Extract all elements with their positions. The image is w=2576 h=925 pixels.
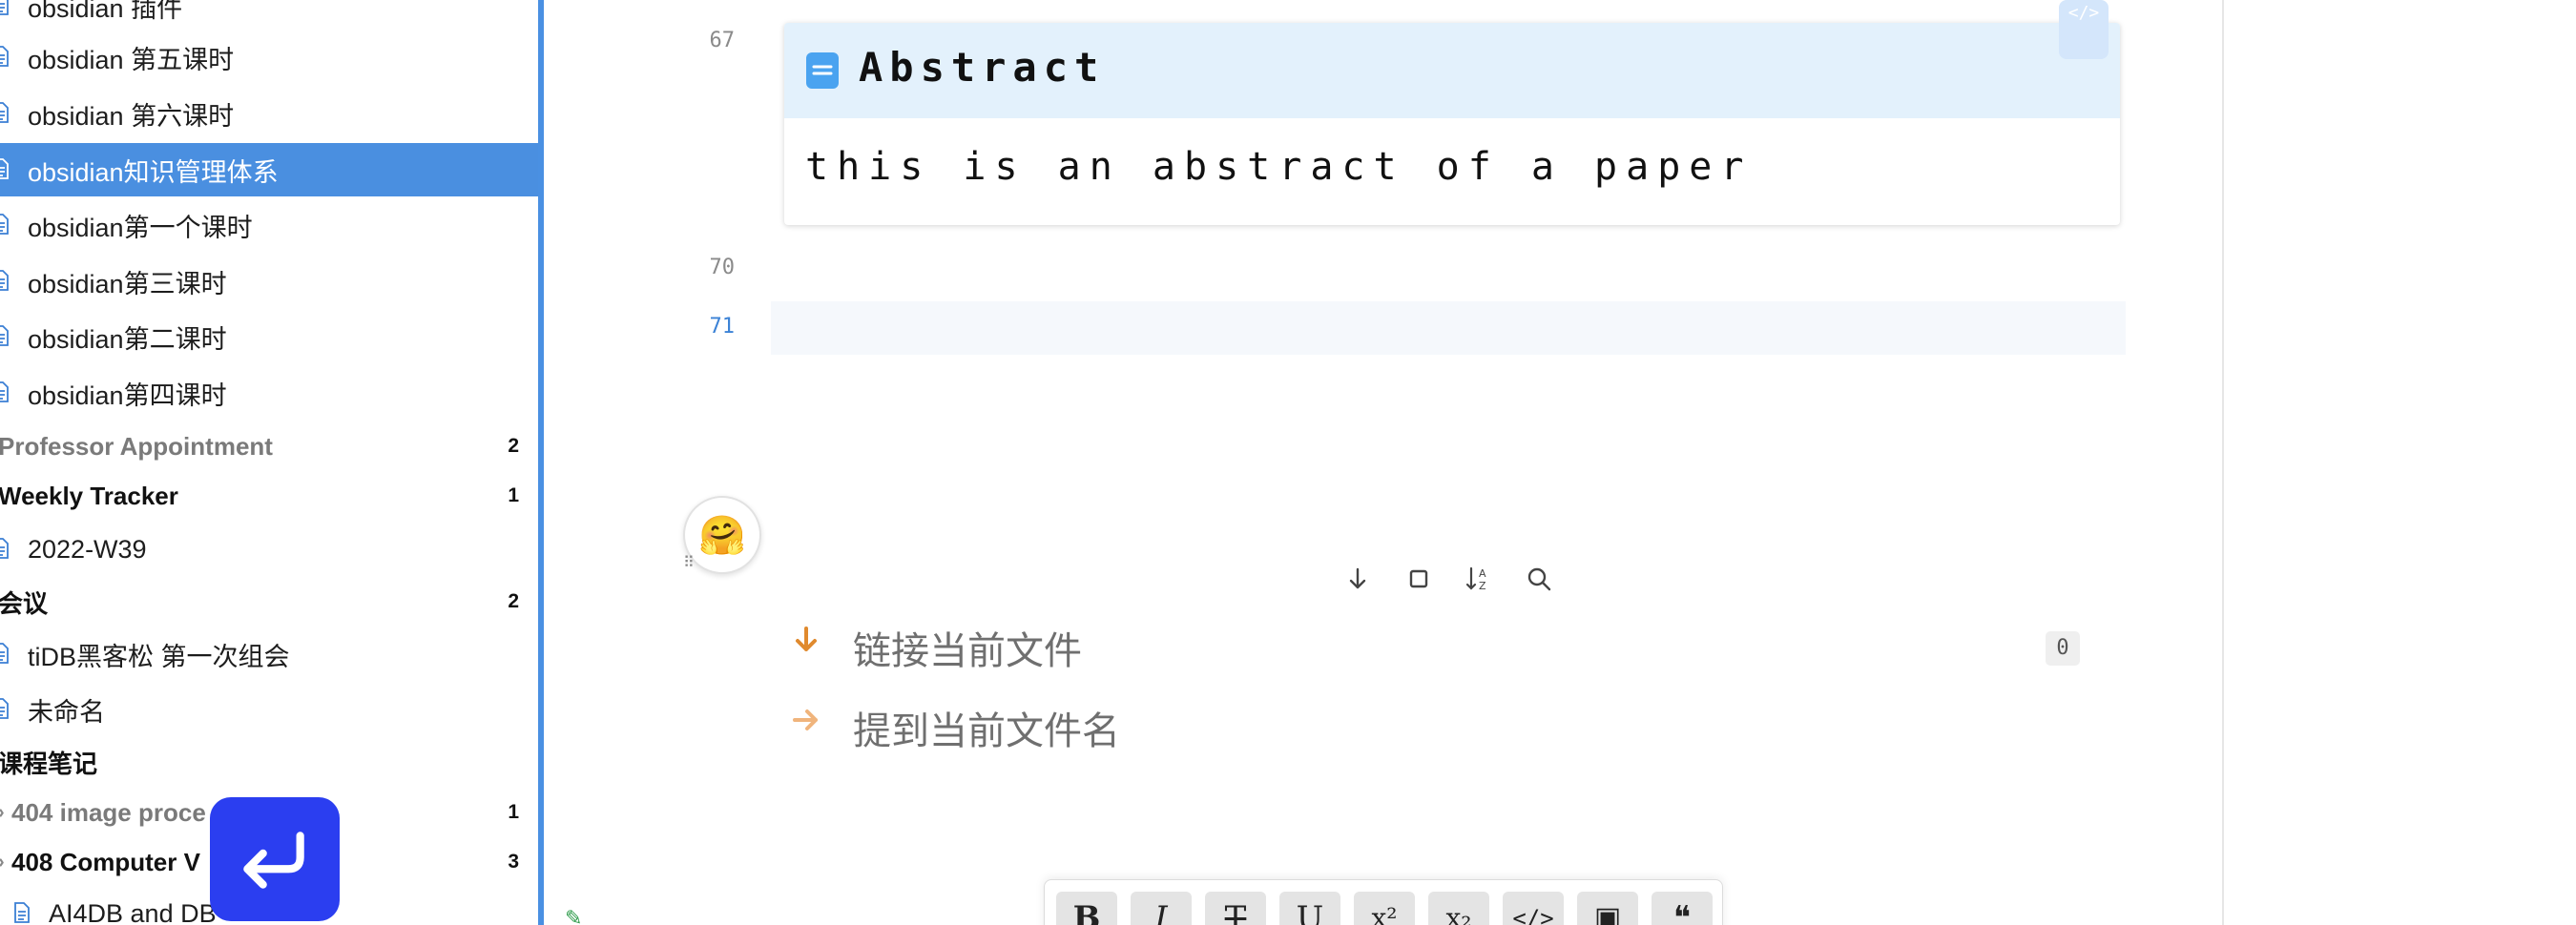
chevron-down-icon: › bbox=[0, 852, 5, 874]
callout-title: Abstract bbox=[859, 44, 1106, 91]
line-number-current: 71 bbox=[709, 315, 736, 339]
folder-label: 会议 bbox=[0, 588, 49, 618]
folder-label: Professor Appointment bbox=[0, 431, 273, 461]
return-button[interactable] bbox=[210, 797, 340, 921]
file-item-active[interactable]: obsidian知识管理体系 bbox=[0, 143, 538, 196]
document-icon bbox=[0, 538, 9, 559]
inline-code-button[interactable]: </> bbox=[1503, 892, 1564, 925]
bold-button[interactable]: B bbox=[1056, 892, 1117, 925]
folder-weekly-tracker[interactable]: Weekly Tracker 1 bbox=[0, 471, 538, 521]
file-label: obsidian 第六课时 bbox=[28, 101, 235, 131]
pencil-icon[interactable]: ✎ bbox=[565, 906, 582, 925]
document-icon bbox=[14, 902, 30, 923]
line-number: 70 bbox=[709, 256, 736, 279]
file-item[interactable]: obsidian第二课时 bbox=[0, 310, 538, 363]
file-item[interactable]: obsidian第四课时 bbox=[0, 366, 538, 420]
document-icon bbox=[0, 214, 9, 235]
subscript-button[interactable]: x₂ bbox=[1428, 892, 1489, 925]
folder-count: 2 bbox=[508, 435, 519, 457]
unlinked-mentions-header[interactable]: 提到当前文件名 bbox=[792, 694, 2089, 752]
file-item[interactable]: obsidian 第五课时 bbox=[0, 31, 538, 84]
file-label: obsidian 插件 bbox=[28, 0, 183, 23]
file-explorer-sidebar: obsidian 插件 obsidian 第五课时 obsidian 第六课时 … bbox=[0, 0, 538, 925]
file-item[interactable]: obsidian第三课时 bbox=[0, 255, 538, 308]
linked-mentions-count: 0 bbox=[2046, 631, 2080, 666]
underline-button[interactable]: U bbox=[1279, 892, 1340, 925]
file-item[interactable]: obsidian 第六课时 bbox=[0, 87, 538, 140]
folder-professor-appointment[interactable]: Professor Appointment 2 bbox=[0, 421, 538, 471]
arrow-down-icon bbox=[796, 627, 817, 651]
file-label: 未命名 bbox=[28, 697, 105, 727]
show-more-context-button[interactable] bbox=[1401, 561, 1437, 597]
document-icon bbox=[0, 0, 9, 15]
return-arrow-icon bbox=[243, 832, 304, 889]
folder-label: 408 Computer V bbox=[11, 847, 200, 876]
file-label: obsidian第四课时 bbox=[28, 380, 227, 410]
search-icon bbox=[1527, 567, 1551, 591]
file-label: tiDB黑客松 第一次组会 bbox=[28, 642, 290, 671]
file-label: 2022-W39 bbox=[28, 534, 147, 564]
file-label: obsidian第一个课时 bbox=[28, 213, 253, 242]
code-block-button[interactable]: ▣ bbox=[1577, 892, 1638, 925]
sort-az-icon: AZ bbox=[1465, 566, 1486, 592]
folder-meeting[interactable]: 会议 2 bbox=[0, 577, 538, 627]
italic-button[interactable]: I bbox=[1131, 892, 1192, 925]
document-icon bbox=[0, 102, 9, 123]
format-toolbar: B I T U x² x₂ </> ▣ ❝ bbox=[1044, 879, 1723, 925]
file-label: AI4DB and DB bbox=[49, 898, 217, 925]
document-icon bbox=[0, 698, 9, 719]
callout-body[interactable]: this is an abstract of a paper bbox=[805, 145, 1752, 189]
superscript-button[interactable]: x² bbox=[1354, 892, 1415, 925]
arrow-right-icon bbox=[793, 709, 818, 730]
document-icon bbox=[0, 325, 9, 346]
folder-count: 1 bbox=[508, 801, 519, 823]
file-item[interactable]: tiDB黑客松 第一次组会 bbox=[0, 627, 538, 681]
document-icon bbox=[0, 158, 9, 179]
unlinked-mentions-label: 提到当前文件名 bbox=[853, 710, 1120, 752]
line-number: 67 bbox=[709, 29, 736, 52]
folder-label: 404 image proce bbox=[11, 797, 206, 827]
folder-count: 1 bbox=[508, 484, 519, 506]
document-icon bbox=[0, 46, 9, 67]
svg-text:Z: Z bbox=[1479, 580, 1486, 592]
abstract-callout[interactable]: Abstract this is an abstract of a paper bbox=[784, 23, 2120, 225]
source-toggle-button[interactable]: </> bbox=[2059, 0, 2109, 59]
sort-button[interactable]: AZ bbox=[1460, 561, 1496, 597]
current-line-highlight[interactable] bbox=[771, 301, 2126, 355]
book-icon bbox=[806, 52, 839, 89]
document-icon bbox=[0, 270, 9, 291]
linked-mentions-header[interactable]: 链接当前文件 bbox=[792, 614, 2089, 672]
strikethrough-button[interactable]: T bbox=[1205, 892, 1266, 925]
folder-count: 3 bbox=[508, 851, 519, 873]
file-item[interactable]: obsidian 插件 bbox=[0, 0, 538, 32]
file-label: obsidian第二课时 bbox=[28, 324, 227, 354]
linked-mentions-label: 链接当前文件 bbox=[853, 630, 1082, 672]
editor-right-border bbox=[2222, 0, 2224, 925]
folder-label: 课程笔记 bbox=[0, 749, 98, 778]
search-button[interactable] bbox=[1521, 561, 1557, 597]
arrow-down-icon bbox=[1349, 567, 1366, 589]
file-item[interactable]: obsidian第一个课时 bbox=[0, 198, 538, 252]
file-label: obsidian知识管理体系 bbox=[28, 157, 279, 187]
file-item[interactable]: 未命名 bbox=[0, 683, 538, 736]
file-item[interactable]: 2022-W39 bbox=[0, 523, 538, 576]
folder-course-notes[interactable]: 课程笔记 bbox=[0, 737, 538, 787]
file-label: obsidian第三课时 bbox=[28, 269, 227, 298]
drag-handle-icon[interactable]: ⠿ bbox=[683, 553, 695, 572]
document-icon bbox=[0, 381, 9, 402]
collapse-results-button[interactable] bbox=[1340, 561, 1376, 597]
svg-text:A: A bbox=[1479, 567, 1486, 580]
chevron-right-icon: › bbox=[0, 802, 5, 824]
file-label: obsidian 第五课时 bbox=[28, 45, 235, 74]
callout-header: Abstract bbox=[784, 23, 2120, 118]
document-icon bbox=[0, 643, 9, 664]
quote-button[interactable]: ❝ bbox=[1652, 892, 1713, 925]
folder-label: Weekly Tracker bbox=[0, 481, 178, 510]
square-icon bbox=[1409, 569, 1428, 588]
folder-count: 2 bbox=[508, 590, 519, 612]
avatar[interactable]: 🤗 bbox=[683, 496, 761, 574]
